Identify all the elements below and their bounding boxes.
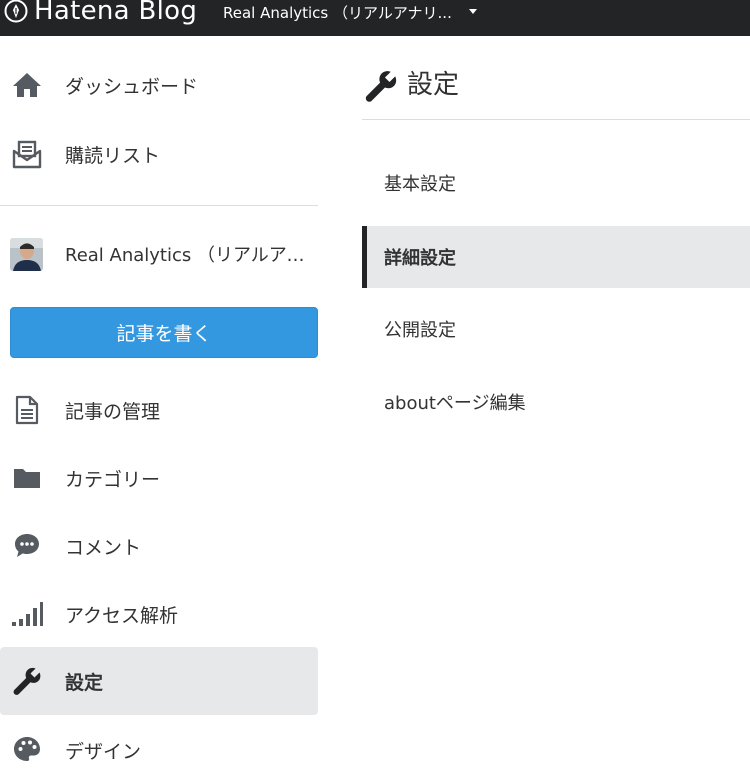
subnav-label: 基本設定: [384, 174, 456, 195]
sidebar-blog-name: Real Analytics （リアルアナリティクス）: [65, 245, 310, 266]
subnav-label: aboutページ編集: [384, 393, 526, 414]
sidebar-item-label: 購読リスト: [65, 144, 161, 167]
sidebar-item-access-analytics[interactable]: アクセス解析: [0, 580, 318, 648]
subscribe-icon: [10, 137, 44, 171]
subnav-about-page-edit[interactable]: aboutページ編集: [362, 371, 750, 433]
sidebar-item-settings[interactable]: 設定: [0, 647, 318, 715]
brand-text: Hatena Blog: [34, 0, 198, 26]
avatar: [10, 237, 43, 271]
pen-nib-icon: [2, 0, 30, 25]
main-content: 設定 基本設定 詳細設定 公開設定 aboutページ編集: [362, 36, 750, 749]
folder-icon: [10, 461, 44, 495]
subnav-basic-settings[interactable]: 基本設定: [362, 152, 750, 214]
blog-switcher-label: Real Analytics （リアルアナリ...: [223, 3, 452, 22]
home-icon: [10, 68, 44, 102]
palette-icon: [10, 733, 44, 767]
sidebar-item-label: ダッシュボード: [65, 75, 199, 98]
sidebar-divider: [0, 205, 318, 206]
top-bar: Hatena Blog Real Analytics （リアルアナリ...: [0, 0, 750, 36]
sidebar-item-design[interactable]: デザイン: [0, 716, 318, 784]
sidebar: ダッシュボード 購読リスト Real Analytics （リアルアナリティクス…: [0, 36, 320, 763]
hatena-blog-logo[interactable]: Hatena Blog: [0, 0, 197, 29]
sidebar-item-label: カテゴリー: [65, 468, 161, 491]
sidebar-item-label: 設定: [65, 671, 104, 694]
page-title: 設定: [407, 70, 460, 100]
sidebar-item-dashboard[interactable]: ダッシュボード: [0, 51, 318, 119]
sidebar-item-subscriptions[interactable]: 購読リスト: [0, 120, 318, 188]
sidebar-item-article-management[interactable]: 記事の管理: [0, 376, 318, 444]
subnav-label: 詳細設定: [384, 248, 456, 269]
sidebar-item-label: デザイン: [65, 740, 142, 763]
wrench-icon: [10, 664, 44, 698]
subnav-advanced-settings[interactable]: 詳細設定: [362, 226, 750, 288]
wrench-icon: [364, 69, 398, 103]
bar-chart-icon: [10, 597, 44, 631]
document-icon: [10, 393, 44, 427]
sidebar-item-label: アクセス解析: [65, 604, 179, 627]
sidebar-item-label: 記事の管理: [65, 400, 161, 423]
subnav-publishing-settings[interactable]: 公開設定: [362, 298, 750, 360]
sidebar-blog-item[interactable]: Real Analytics （リアルアナリティクス）: [0, 224, 318, 284]
sidebar-item-categories[interactable]: カテゴリー: [0, 444, 318, 512]
sidebar-item-comments[interactable]: コメント: [0, 512, 318, 580]
page-header: 設定: [362, 36, 750, 120]
write-article-button[interactable]: 記事を書く: [10, 307, 318, 358]
caret-down-icon: [468, 8, 477, 14]
blog-switcher[interactable]: Real Analytics （リアルアナリ...: [223, 0, 477, 24]
comment-icon: [10, 529, 44, 563]
subnav-label: 公開設定: [384, 320, 456, 341]
sidebar-item-label: コメント: [65, 536, 142, 559]
